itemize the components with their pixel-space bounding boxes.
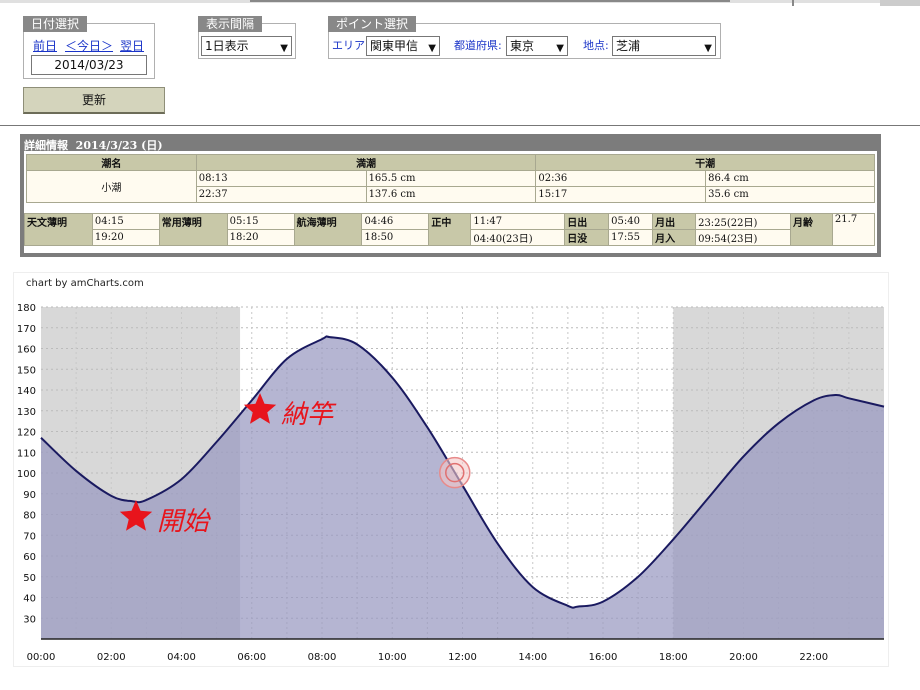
low-level-1: 86.4 cm: [705, 170, 875, 187]
top-edge: [0, 0, 920, 6]
tide-table: 潮名 満潮 干潮 小潮 08:13 165.5 cm 02:36 86.4 cm…: [26, 154, 875, 203]
noon-time: 11:47: [470, 213, 566, 230]
moonset-label: 月入: [652, 229, 697, 246]
chart-frame: [13, 272, 889, 667]
low-time-2: 15:17: [535, 186, 707, 203]
interval-select-value: 1日表示: [205, 39, 249, 53]
point-panel-title: ポイント選択: [328, 16, 417, 32]
moon-age-label: 月齢: [789, 213, 833, 246]
noon-label: 正中: [428, 213, 472, 246]
moonrise-time: 23:25(22日): [695, 213, 791, 230]
astro-twilight-start: 04:15: [91, 213, 160, 230]
next-day-link[interactable]: 翌日: [120, 37, 144, 54]
prefecture-select[interactable]: 東京 ▼: [506, 36, 568, 56]
low-level-2: 35.6 cm: [705, 186, 875, 203]
high-time-2: 22:37: [195, 186, 367, 203]
prev-day-link[interactable]: 前日: [33, 37, 57, 54]
table-row: 天文薄明 04:15 常用薄明 05:15 航海薄明 04:46 正中 11:4…: [24, 213, 876, 246]
detail-panel: 詳細情報 2014/3/23 (日) 潮名 満潮 干潮 小潮 08:13 165…: [20, 134, 881, 257]
high-tide-header: 満潮: [195, 154, 537, 171]
place-label: 地点:: [583, 39, 609, 52]
chevron-down-icon: ▼: [428, 43, 436, 54]
moonset-time: 09:54(23日): [695, 229, 791, 246]
today-link[interactable]: ＜今日＞: [65, 37, 113, 54]
high-level-1: 165.5 cm: [365, 170, 537, 187]
prefecture-select-value: 東京: [510, 39, 535, 53]
low-time-1: 02:36: [535, 170, 707, 187]
high-level-2: 137.6 cm: [365, 186, 537, 203]
chevron-down-icon: ▼: [280, 43, 288, 54]
moonrise-label: 月出: [652, 213, 697, 230]
sunset-time: 17:55: [608, 229, 654, 246]
prefecture-label: 都道府県:: [454, 39, 502, 52]
nautical-twilight-start: 04:46: [361, 213, 430, 230]
nautical-twilight-end: 18:50: [361, 229, 430, 246]
astro-twilight-label: 天文薄明: [24, 213, 93, 246]
detail-body: 潮名 満潮 干潮 小潮 08:13 165.5 cm 02:36 86.4 cm…: [24, 151, 877, 253]
sunrise-label: 日出: [564, 213, 610, 230]
place-select-value: 芝浦: [616, 39, 641, 53]
date-panel-title: 日付選択: [23, 16, 88, 32]
sun-moon-table: 天文薄明 04:15 常用薄明 05:15 航海薄明 04:46 正中 11:4…: [24, 213, 876, 246]
sunset-label: 日没: [564, 229, 610, 246]
area-select[interactable]: 関東甲信 ▼: [366, 36, 440, 56]
civil-twilight-label: 常用薄明: [158, 213, 228, 246]
tide-name: 小潮: [26, 170, 197, 203]
interval-panel-title: 表示間隔: [198, 16, 263, 32]
low-tide-header: 干潮: [535, 154, 875, 171]
update-button[interactable]: 更新: [23, 87, 165, 114]
chevron-down-icon: ▼: [556, 43, 564, 54]
astro-twilight-end: 19:20: [91, 229, 160, 246]
tide-table-header: 潮名 満潮 干潮: [26, 154, 875, 171]
civil-twilight-start: 05:15: [226, 213, 295, 230]
civil-twilight-end: 18:20: [226, 229, 295, 246]
chevron-down-icon: ▼: [704, 43, 712, 54]
divider: [0, 125, 920, 126]
area-select-value: 関東甲信: [370, 39, 419, 53]
nautical-twilight-label: 航海薄明: [293, 213, 363, 246]
noon-time-2: 04:40(23日): [470, 229, 566, 246]
area-label: エリア:: [332, 39, 369, 52]
place-select[interactable]: 芝浦 ▼: [612, 36, 716, 56]
tide-name-header: 潮名: [26, 154, 197, 171]
table-row: 小潮 08:13 165.5 cm 02:36 86.4 cm: [26, 170, 875, 203]
date-input[interactable]: 2014/03/23: [31, 55, 147, 75]
chart-credit[interactable]: chart by amCharts.com: [26, 278, 144, 289]
high-time-1: 08:13: [195, 170, 367, 187]
sunrise-time: 05:40: [608, 213, 654, 230]
moon-age-value: 21.7: [831, 213, 876, 246]
interval-select[interactable]: 1日表示 ▼: [201, 36, 292, 56]
